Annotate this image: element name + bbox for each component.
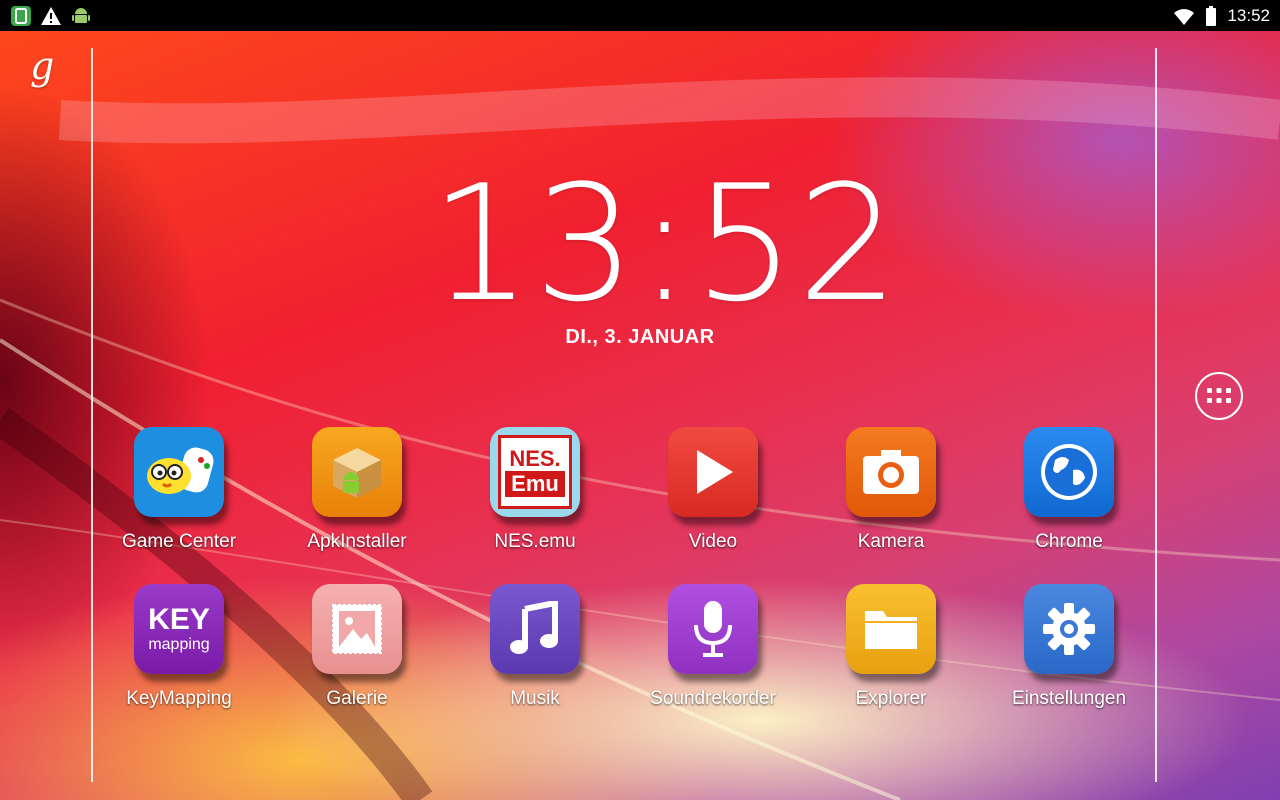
right-edge-divider bbox=[1155, 48, 1157, 782]
app-soundrekorder[interactable]: Soundrekorder bbox=[638, 584, 788, 734]
app-label: ApkInstaller bbox=[307, 531, 407, 552]
android-debug-icon bbox=[70, 5, 92, 27]
app-label: Chrome bbox=[1035, 531, 1103, 552]
microphone-icon bbox=[668, 584, 758, 674]
app-video[interactable]: Video bbox=[638, 427, 788, 577]
app-keymapping[interactable]: KEY mapping KeyMapping bbox=[104, 584, 254, 734]
status-bar: 13:52 bbox=[0, 0, 1280, 31]
nes-icon-text-bottom: Emu bbox=[505, 471, 565, 497]
screenshot-icon bbox=[10, 5, 32, 27]
app-label: Kamera bbox=[857, 531, 925, 552]
app-label: Explorer bbox=[855, 688, 927, 709]
gear-icon bbox=[1024, 584, 1114, 674]
app-galerie[interactable]: Galerie bbox=[282, 584, 432, 734]
app-label: Musik bbox=[510, 688, 560, 709]
nes-icon-text-top: NES. bbox=[509, 446, 561, 471]
app-chrome[interactable]: Chrome bbox=[994, 427, 1144, 577]
mapping-icon-text: mapping bbox=[148, 636, 210, 653]
video-play-icon bbox=[668, 427, 758, 517]
app-label: Soundrekorder bbox=[650, 688, 776, 709]
apps-grid-icon bbox=[1207, 388, 1231, 403]
app-nes-emu[interactable]: NES. Emu NES.emu bbox=[460, 427, 610, 577]
status-bar-time: 13:52 bbox=[1227, 6, 1270, 25]
app-game-center[interactable]: Game Center bbox=[104, 427, 254, 577]
app-label: NES.emu bbox=[494, 531, 576, 552]
google-search-button[interactable]: g bbox=[30, 44, 54, 88]
app-apk-installer[interactable]: ApkInstaller bbox=[282, 427, 432, 577]
battery-icon bbox=[1205, 5, 1217, 27]
left-edge-divider bbox=[91, 48, 93, 782]
warning-icon bbox=[40, 5, 62, 27]
all-apps-button[interactable] bbox=[1195, 372, 1243, 420]
app-label: KeyMapping bbox=[126, 688, 232, 709]
app-label: Video bbox=[688, 531, 738, 552]
app-explorer[interactable]: Explorer bbox=[816, 584, 966, 734]
gallery-icon bbox=[312, 584, 402, 674]
apk-installer-icon bbox=[312, 427, 402, 517]
wifi-icon bbox=[1173, 5, 1195, 27]
key-mapping-icon: KEY mapping bbox=[134, 584, 224, 674]
globe-icon bbox=[1024, 427, 1114, 517]
camera-icon bbox=[846, 427, 936, 517]
nes-emu-icon: NES. Emu bbox=[490, 427, 580, 517]
clock-widget-date: DI., 3. JANUAR bbox=[565, 326, 715, 348]
app-musik[interactable]: Musik bbox=[460, 584, 610, 734]
app-einstellungen[interactable]: Einstellungen bbox=[994, 584, 1144, 734]
app-label: Einstellungen bbox=[1011, 688, 1127, 709]
app-kamera[interactable]: Kamera bbox=[816, 427, 966, 577]
key-icon-text: KEY bbox=[148, 603, 210, 636]
app-label: Galerie bbox=[326, 688, 388, 709]
folder-icon bbox=[846, 584, 936, 674]
music-note-icon bbox=[490, 584, 580, 674]
game-center-icon bbox=[134, 427, 224, 517]
app-label: Game Center bbox=[121, 531, 237, 552]
clock-widget-time[interactable]: 13:52 bbox=[430, 150, 899, 337]
